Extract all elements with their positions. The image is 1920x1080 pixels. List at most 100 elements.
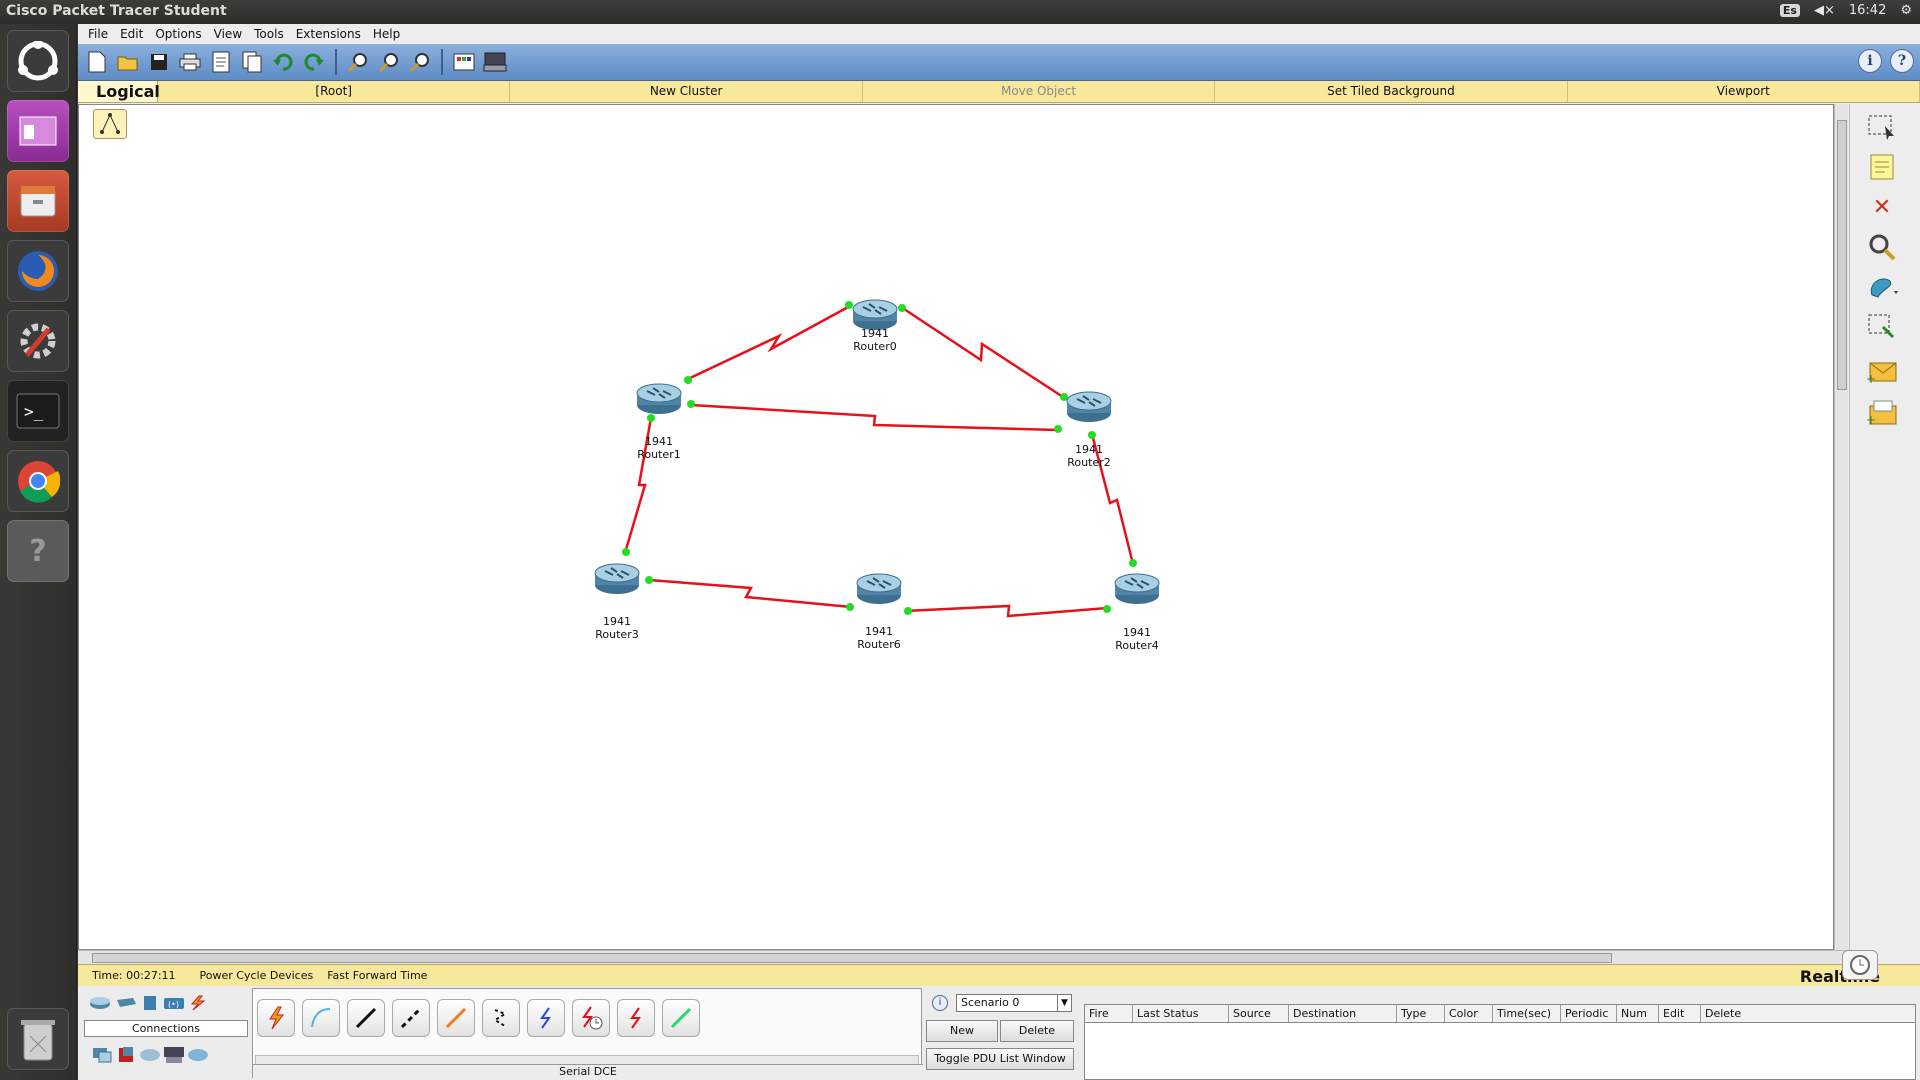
workspace-vertical-scrollbar[interactable] (1834, 104, 1848, 950)
zoom-in-icon[interactable] (345, 49, 371, 75)
pdu-col-color[interactable]: Color (1445, 1005, 1493, 1022)
keyboard-layout-indicator[interactable]: Es (1779, 4, 1800, 17)
scenario-select[interactable]: Scenario 0 ▼ (956, 994, 1072, 1012)
menu-tools[interactable]: Tools (248, 27, 290, 41)
fiber-cable-icon[interactable] (437, 999, 475, 1037)
print-icon[interactable] (177, 49, 203, 75)
settings-gear-icon[interactable]: ⚙ (1900, 3, 1912, 18)
logical-workspace-tab[interactable]: Logical (78, 81, 160, 102)
router-node-1[interactable]: 1941 Router1 (619, 435, 699, 461)
delete-scenario-button[interactable]: Delete (1000, 1020, 1074, 1042)
pdu-col-destination[interactable]: Destination (1289, 1005, 1397, 1022)
redo-icon[interactable] (301, 49, 327, 75)
wan-emulation-category-icon[interactable] (138, 1046, 162, 1064)
router-node-3[interactable]: 1941 Router3 (577, 615, 657, 641)
pdu-col-delete[interactable]: Delete (1701, 1005, 1915, 1022)
pdu-col-last-status[interactable]: Last Status (1133, 1005, 1229, 1022)
chrome-icon[interactable] (7, 450, 69, 512)
router-node-2[interactable]: 1941 Router2 (1049, 443, 1129, 469)
menu-help[interactable]: Help (367, 27, 406, 41)
draw-shape-icon[interactable] (1862, 270, 1902, 304)
resize-shape-icon[interactable] (1862, 310, 1902, 344)
routers-category-icon[interactable] (88, 994, 112, 1012)
new-file-icon[interactable] (84, 49, 110, 75)
power-cycle-devices-button[interactable]: Power Cycle Devices (200, 969, 314, 982)
pdu-col-time[interactable]: Time(sec) (1493, 1005, 1561, 1022)
copper-cross-over-icon[interactable] (392, 999, 430, 1037)
console-cable-icon[interactable] (302, 999, 340, 1037)
router-node-0[interactable]: 1941 Router0 (835, 327, 915, 353)
pdu-col-fire[interactable]: Fire (1085, 1005, 1133, 1022)
undo-icon[interactable] (270, 49, 296, 75)
files-icon[interactable] (7, 170, 69, 232)
help-icon[interactable]: ? (7, 520, 69, 582)
hubs-category-icon[interactable] (138, 994, 162, 1012)
inspect-tool-icon[interactable] (1862, 230, 1902, 264)
multiuser-category-icon[interactable] (186, 1046, 210, 1064)
volume-icon[interactable]: ◀× (1814, 3, 1835, 18)
help-question-icon[interactable]: ? (1890, 49, 1914, 73)
logical-workspace-canvas[interactable]: 1941 Router0 1941 Router1 1941 Router2 1… (78, 104, 1834, 950)
pdu-col-periodic[interactable]: Periodic (1561, 1005, 1617, 1022)
system-settings-icon[interactable] (7, 310, 69, 372)
router-node-4[interactable]: 1941 Router4 (1097, 626, 1177, 652)
serial-dce-cable-icon[interactable] (572, 999, 610, 1037)
fast-forward-time-button[interactable]: Fast Forward Time (327, 969, 427, 982)
info-icon[interactable]: i (1858, 49, 1882, 73)
custom-devices-category-icon[interactable] (162, 1046, 186, 1064)
connections-category-icon[interactable] (186, 994, 210, 1012)
menu-options[interactable]: Options (149, 27, 207, 41)
palette-icon[interactable] (451, 49, 477, 75)
open-folder-icon[interactable] (115, 49, 141, 75)
workspace-switcher-icon[interactable] (7, 100, 69, 162)
activity-wizard-icon[interactable] (208, 49, 234, 75)
scrollbar-thumb[interactable] (92, 953, 1612, 963)
delete-tool-icon[interactable]: ✕ (1862, 190, 1902, 224)
menu-extensions[interactable]: Extensions (290, 27, 367, 41)
new-scenario-button[interactable]: New (926, 1020, 998, 1042)
realtime-clock-icon[interactable] (1842, 950, 1878, 980)
select-tool-icon[interactable] (1862, 110, 1902, 144)
terminal-icon[interactable]: >_ (7, 380, 69, 442)
octal-cable-icon[interactable] (662, 999, 700, 1037)
menu-view[interactable]: View (208, 27, 248, 41)
security-category-icon[interactable] (114, 1046, 138, 1064)
viewport-button[interactable]: Viewport (1568, 81, 1920, 102)
router-node-6[interactable]: 1941 Router6 (839, 625, 919, 651)
workspace-horizontal-scrollbar[interactable] (78, 950, 1848, 964)
wireless-category-icon[interactable]: (•) (162, 994, 186, 1012)
scenario-info-icon[interactable]: i (932, 995, 948, 1011)
trash-icon[interactable] (7, 1008, 69, 1070)
save-icon[interactable] (146, 49, 172, 75)
automatic-connection-icon[interactable] (257, 999, 295, 1037)
pdu-col-num[interactable]: Num (1617, 1005, 1659, 1022)
router-model: 1941 (1075, 443, 1103, 456)
place-note-icon[interactable] (1862, 150, 1902, 184)
scrollbar-thumb[interactable] (1837, 120, 1847, 390)
end-devices-category-icon[interactable] (90, 1046, 114, 1064)
pdu-col-edit[interactable]: Edit (1659, 1005, 1701, 1022)
copper-straight-through-icon[interactable] (347, 999, 385, 1037)
clock[interactable]: 16:42 (1849, 3, 1886, 18)
zoom-reset-icon[interactable] (376, 49, 402, 75)
toggle-pdu-list-button[interactable]: Toggle PDU List Window (926, 1048, 1074, 1070)
set-tiled-background-button[interactable]: Set Tiled Background (1215, 81, 1568, 102)
phone-cable-icon[interactable] (482, 999, 520, 1037)
serial-dte-cable-icon[interactable] (617, 999, 655, 1037)
ubuntu-dash-icon[interactable] (7, 30, 69, 92)
add-simple-pdu-icon[interactable]: + (1862, 356, 1902, 390)
root-button[interactable]: [Root] (158, 81, 511, 102)
switches-category-icon[interactable] (114, 994, 138, 1012)
add-complex-pdu-icon[interactable]: + (1862, 396, 1902, 430)
pdu-col-type[interactable]: Type (1397, 1005, 1445, 1022)
zoom-out-icon[interactable] (407, 49, 433, 75)
menu-file[interactable]: File (82, 27, 114, 41)
pdu-col-source[interactable]: Source (1229, 1005, 1289, 1022)
new-cluster-button[interactable]: New Cluster (510, 81, 863, 102)
custom-device-icon[interactable] (482, 49, 508, 75)
coaxial-cable-icon[interactable] (527, 999, 565, 1037)
menu-edit[interactable]: Edit (114, 27, 149, 41)
firefox-icon[interactable] (7, 240, 69, 302)
move-object-button[interactable]: Move Object (863, 81, 1216, 102)
copy-icon[interactable] (239, 49, 265, 75)
